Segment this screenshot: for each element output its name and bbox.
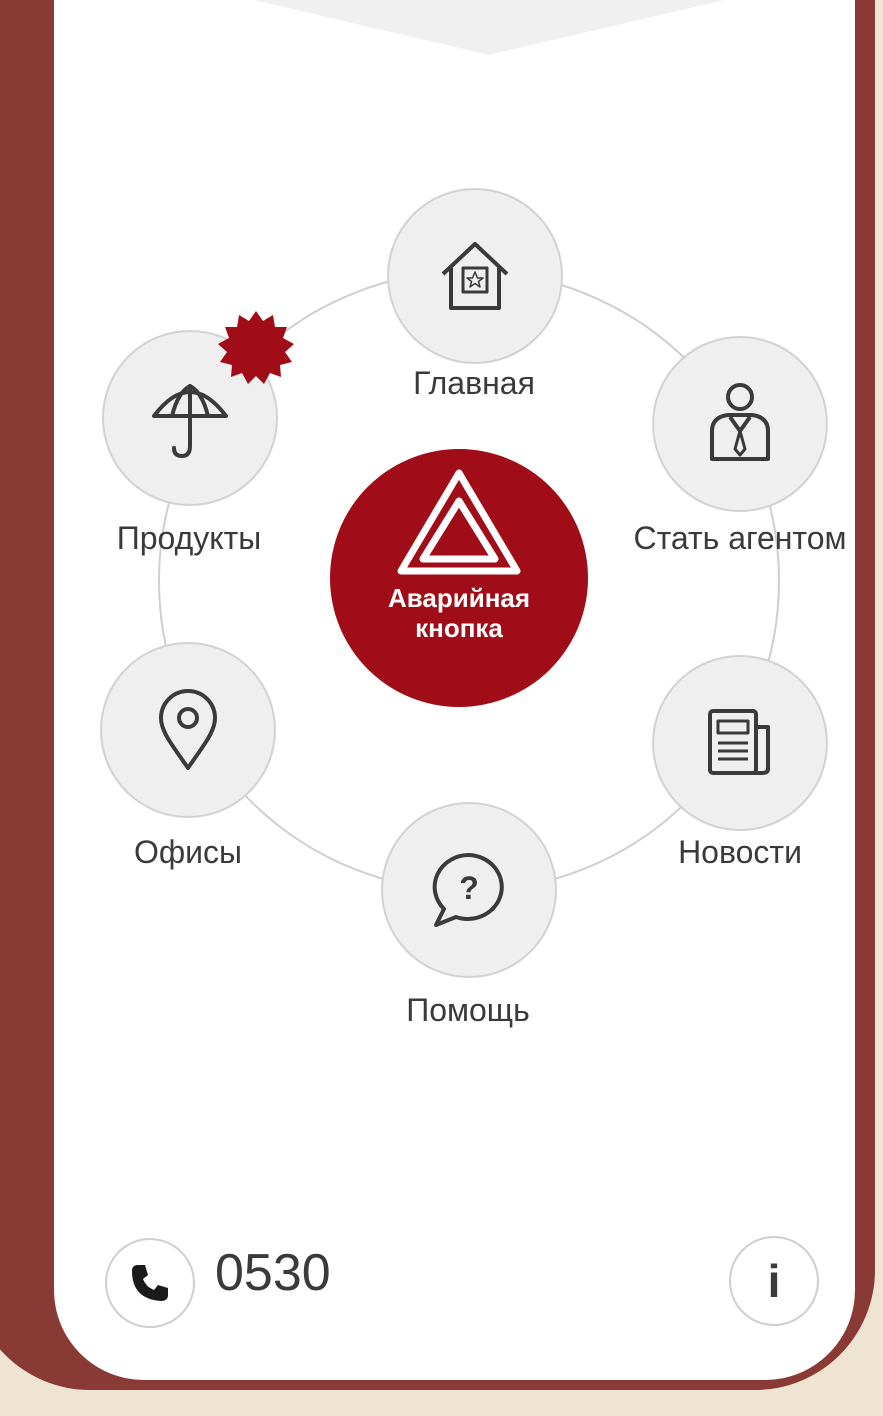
call-button[interactable] [105,1238,195,1328]
location-pin-icon [159,689,217,770]
warning-triangle-icon [397,469,521,575]
news-label: Новости [678,834,802,870]
home-label: Главная [413,365,535,401]
home-star-icon [441,242,509,310]
agent-tie-icon [710,383,770,461]
phone-icon [132,1265,168,1301]
help-label: Помощь [406,992,530,1028]
info-icon: i [767,1255,781,1307]
news-button[interactable] [652,655,828,831]
products-label: Продукты [116,520,262,556]
newspaper-icon [708,709,770,775]
svg-text:?: ? [459,870,479,906]
info-button[interactable]: i [729,1236,819,1326]
top-pull-tab [254,0,724,55]
question-bubble-icon: ? [432,852,504,927]
new-badge-icon [218,311,294,384]
help-button[interactable]: ? [381,802,557,978]
become-agent-button[interactable] [652,336,828,512]
phone-number[interactable]: 0530 [215,1243,331,1303]
emergency-label: Аварийная кнопка [387,583,531,643]
home-button[interactable] [387,188,563,364]
become-agent-label: Стать агентом [633,520,847,556]
offices-label: Офисы [133,834,243,870]
emergency-button[interactable]: Аварийная кнопка [330,449,588,707]
offices-button[interactable] [100,642,276,818]
